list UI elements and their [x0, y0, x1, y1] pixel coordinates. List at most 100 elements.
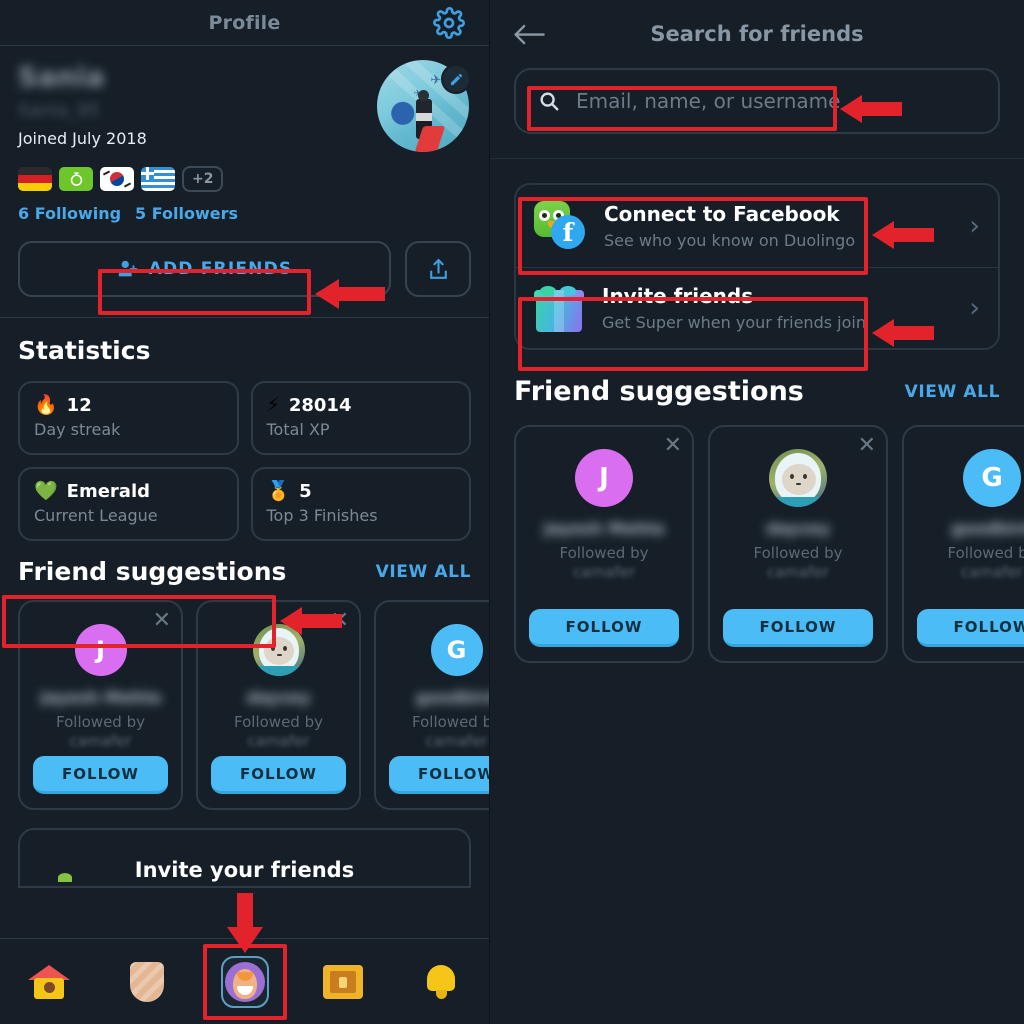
stat-label: Total XP: [266, 420, 330, 439]
friend-suggestions-header: Friend suggestions VIEW ALL: [18, 557, 471, 586]
person-plus-icon: [118, 260, 137, 277]
friend-suggestions-heading: Friend suggestions: [18, 557, 287, 586]
statistics-grid: 🔥 12 Day streak ⚡ 28014 Total XP 💚 Emera…: [18, 381, 471, 541]
close-icon[interactable]: ✕: [664, 435, 682, 457]
friend-name: Jayesh Mehta...: [544, 519, 664, 538]
gift-icon: [534, 284, 586, 332]
friend-suggestion-card[interactable]: ✕ J Jayesh Mehta... Followed by camafer …: [18, 600, 183, 810]
profile-summary: Sania Sania_95 Joined July 2018 ✈ ✈: [0, 46, 489, 154]
close-icon[interactable]: ✕: [153, 610, 171, 632]
divider: [490, 158, 1024, 159]
stat-card-current-league: 💚 Emerald Current League: [18, 467, 239, 541]
arrow-to-invite-row: [872, 319, 934, 347]
arrow-down-to-profile-tab: [227, 893, 263, 953]
friend-suggestion-card[interactable]: ✕ J Jayesh Mehta... Followed by camafer …: [514, 425, 694, 663]
arrow-to-search-input: [840, 95, 902, 123]
friend-suggestion-list: ✕ J Jayesh Mehta... Followed by camafer …: [18, 600, 489, 810]
follow-button[interactable]: FOLLOW: [723, 609, 873, 647]
friend-suggestion-card[interactable]: ✕ G goodbird Followed by camafer FOLLOW: [902, 425, 1024, 663]
nav-profile[interactable]: [215, 952, 275, 1012]
leaf-icon: [58, 873, 72, 882]
profile-header: Profile: [0, 0, 489, 46]
nav-learn[interactable]: [19, 952, 79, 1012]
medal-icon: 🏅: [266, 480, 291, 502]
flag-germany: [18, 167, 52, 191]
stat-value: 28014: [288, 395, 352, 416]
flag-greece: [141, 167, 175, 191]
invite-your-friends-card[interactable]: Invite your friends: [18, 828, 471, 888]
friend-suggestions-heading: Friend suggestions: [514, 376, 804, 407]
friend-suggestion-card-wrap: ✕ J Jayesh Mehta... Followed by camafer …: [514, 425, 694, 663]
arrow-to-facebook-row: [872, 221, 934, 249]
share-profile-button[interactable]: [405, 241, 471, 297]
row-title: Invite friends: [602, 284, 754, 308]
friend-name: goodbird: [415, 688, 490, 707]
stat-value: Emerald: [66, 481, 151, 502]
profile-panel: Profile Sania Sania_95 Joined July 2018 …: [0, 0, 490, 1024]
stat-card-top3-finishes: 🏅 5 Top 3 Finishes: [250, 467, 471, 541]
followed-by-label: Followed by: [947, 544, 1024, 562]
page-title: Profile: [208, 11, 281, 34]
followed-by-label: Followed by: [753, 544, 843, 562]
stat-label: Top 3 Finishes: [266, 506, 378, 525]
chevron-right-icon: ›: [969, 210, 980, 242]
follower-name: camafer: [573, 562, 635, 581]
follow-button[interactable]: FOLLOW: [211, 756, 346, 794]
followed-by-text: Followed by camafer: [234, 713, 323, 751]
flags-overflow-badge[interactable]: +2: [182, 166, 224, 192]
shield-icon: [130, 961, 164, 1002]
friend-name: dayvey: [766, 519, 830, 538]
followers-count[interactable]: 5 Followers: [135, 204, 238, 223]
back-arrow-icon[interactable]: [512, 20, 546, 48]
nav-quests[interactable]: [313, 952, 373, 1012]
profile-actions: ADD FRIENDS: [18, 241, 471, 297]
invite-your-friends-title: Invite your friends: [134, 858, 355, 882]
friend-suggestion-card[interactable]: ✕ dayvey Followed by camafer FOLLOW: [708, 425, 888, 663]
app-screenshot: Profile Sania Sania_95 Joined July 2018 …: [0, 0, 1024, 1024]
friend-name: dayvey: [246, 688, 311, 707]
follower-name: camafer: [425, 731, 488, 750]
flame-icon: 🔥: [34, 394, 58, 416]
following-count[interactable]: 6 Following: [18, 204, 121, 223]
follow-button[interactable]: FOLLOW: [389, 756, 489, 794]
avatar-initial: J: [96, 636, 105, 664]
close-icon[interactable]: ✕: [858, 435, 876, 457]
search-section: Email, name, or username: [490, 68, 1024, 134]
view-all-link[interactable]: VIEW ALL: [376, 562, 471, 582]
search-friends-panel: Search for friends Email, name, or usern…: [490, 0, 1024, 1024]
friend-suggestions-header: Friend suggestions VIEW ALL: [514, 376, 1000, 407]
nav-notifications[interactable]: [411, 952, 471, 1012]
lightning-icon: ⚡: [266, 394, 280, 416]
avatar: J: [575, 449, 633, 507]
gear-icon[interactable]: [433, 7, 465, 39]
search-page-title: Search for friends: [650, 22, 864, 46]
search-input[interactable]: Email, name, or username: [514, 68, 1000, 134]
friend-suggestion-card[interactable]: ✕ G goodbird Followed by camafer FOLLOW: [374, 600, 490, 810]
follow-stats: 6 Following 5 Followers: [18, 204, 489, 223]
nav-leaderboard[interactable]: [117, 952, 177, 1012]
stat-card-day-streak: 🔥 12 Day streak: [18, 381, 239, 455]
arrow-to-add-friends: [315, 279, 385, 309]
follow-button[interactable]: FOLLOW: [917, 609, 1024, 647]
follow-button[interactable]: FOLLOW: [529, 609, 679, 647]
bell-icon: [424, 963, 458, 1001]
stat-value: 5: [299, 481, 312, 502]
follower-name: camafer: [961, 562, 1023, 581]
follow-button[interactable]: FOLLOW: [33, 756, 168, 794]
follower-name: camafer: [247, 731, 310, 750]
divider: [0, 317, 489, 318]
edit-avatar-button[interactable]: [441, 64, 471, 94]
followed-by-text: Followed by camafer: [754, 544, 843, 582]
followed-by-text: Followed by camafer: [56, 713, 145, 751]
duolingo-facebook-icon: f: [534, 201, 588, 251]
avatar: G: [963, 449, 1021, 507]
avatar[interactable]: ✈ ✈: [377, 60, 471, 152]
follower-name: camafer: [69, 731, 132, 750]
view-all-link[interactable]: VIEW ALL: [905, 382, 1000, 402]
avatar-initial: G: [981, 463, 1003, 493]
flag-esperanto: [59, 167, 93, 191]
add-friends-label: ADD FRIENDS: [148, 259, 293, 279]
followed-by-label: Followed by: [559, 544, 649, 562]
flag-korea: [100, 167, 134, 191]
followed-by-text: Followed by camafer: [412, 713, 489, 751]
